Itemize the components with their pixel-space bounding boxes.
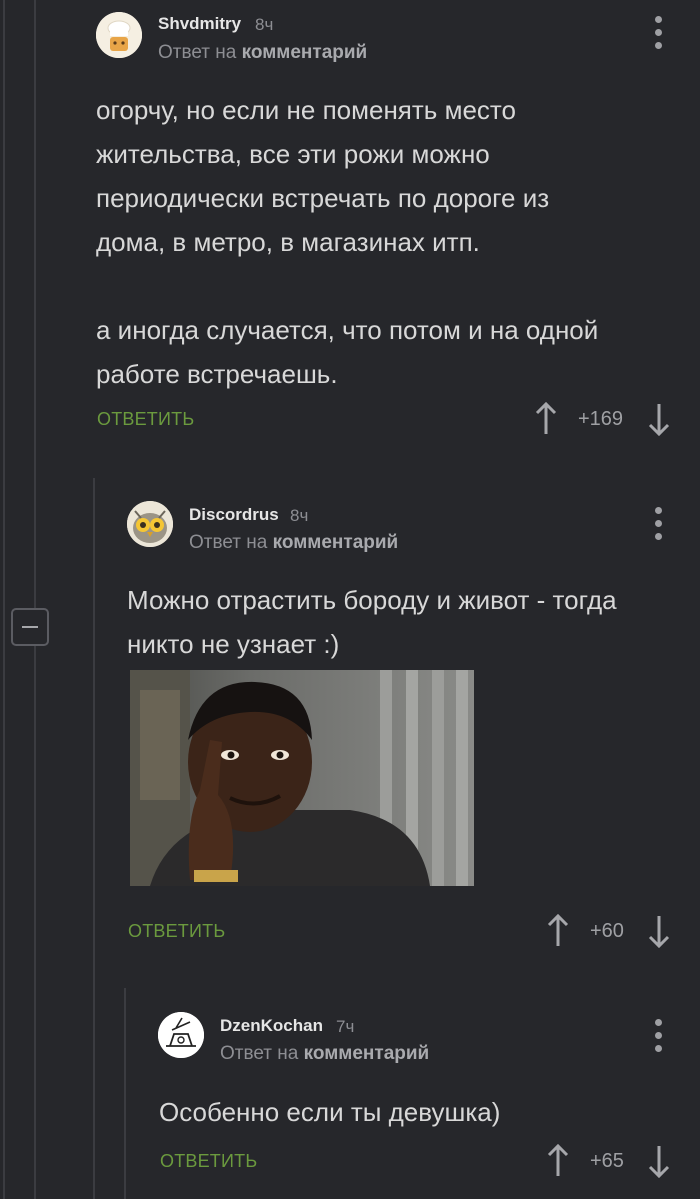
reply-to-line: Ответ на комментарий (189, 532, 398, 554)
upvote-arrow-icon[interactable] (546, 1144, 570, 1178)
timestamp: 8ч (255, 15, 274, 34)
sketch-avatar-icon[interactable] (158, 1012, 204, 1058)
meme-thinking-man-image[interactable] (130, 670, 474, 886)
reply-button[interactable]: ОТВЕТИТЬ (97, 409, 194, 430)
downvote-arrow-icon[interactable] (647, 914, 671, 948)
text-line (96, 264, 676, 308)
more-menu-icon[interactable] (653, 16, 663, 50)
timestamp: 7ч (336, 1017, 355, 1036)
owl-avatar-icon[interactable] (127, 501, 173, 547)
timestamp: 8ч (290, 506, 309, 525)
reply-to-prefix: Ответ на (220, 1043, 299, 1064)
more-menu-icon[interactable] (653, 507, 663, 541)
text-line: Можно отрастить бороду и живот - тогда (127, 585, 617, 615)
rating-value: +169 (578, 408, 624, 430)
reply-button[interactable]: ОТВЕТИТЬ (160, 1151, 257, 1172)
username[interactable]: DzenKochan (220, 1016, 323, 1036)
chef-avatar-icon[interactable] (96, 12, 142, 58)
more-menu-icon[interactable] (653, 1019, 663, 1053)
text-line: никто не узнает :) (127, 629, 340, 659)
text-line: Особенно если ты девушка) (159, 1097, 501, 1127)
text-line: а иногда случается, что потом и на одной (96, 315, 599, 345)
text-line: жительства, все эти рожи можно (96, 139, 490, 169)
comment-text: Особенно если ты девушка) (159, 1090, 679, 1134)
comment-1: Shvdmitry 8ч Ответ на комментарий огорчу… (0, 0, 700, 460)
reply-button[interactable]: ОТВЕТИТЬ (128, 921, 225, 942)
reply-to-link[interactable]: комментарий (273, 532, 399, 553)
reply-to-line: Ответ на комментарий (158, 42, 367, 64)
rating-value: +60 (590, 920, 624, 942)
comment-text: Можно отрастить бороду и живот - тогда н… (127, 578, 687, 666)
username[interactable]: Discordrus (189, 505, 279, 525)
reply-to-link[interactable]: комментарий (304, 1043, 430, 1064)
reply-to-line: Ответ на комментарий (220, 1043, 429, 1065)
reply-to-prefix: Ответ на (189, 532, 268, 553)
text-line: работе встречаешь. (96, 359, 338, 389)
rating-value: +65 (590, 1150, 624, 1172)
upvote-arrow-icon[interactable] (534, 402, 558, 436)
text-line: периодически встречать по дороге из (96, 183, 550, 213)
text-line: дома, в метро, в магазинах итп. (96, 227, 480, 257)
downvote-arrow-icon[interactable] (647, 402, 671, 436)
reply-to-prefix: Ответ на (158, 42, 237, 63)
comment-text: огорчу, но если не поменять место житель… (96, 88, 676, 396)
comment-3: DzenKochan 7ч Ответ на комментарий Особе… (0, 988, 700, 1199)
upvote-arrow-icon[interactable] (546, 914, 570, 948)
comment-2: Discordrus 8ч Ответ на комментарий Можно… (0, 478, 700, 968)
username[interactable]: Shvdmitry (158, 14, 241, 34)
text-line: огорчу, но если не поменять место (96, 95, 516, 125)
downvote-arrow-icon[interactable] (647, 1144, 671, 1178)
reply-to-link[interactable]: комментарий (242, 42, 368, 63)
